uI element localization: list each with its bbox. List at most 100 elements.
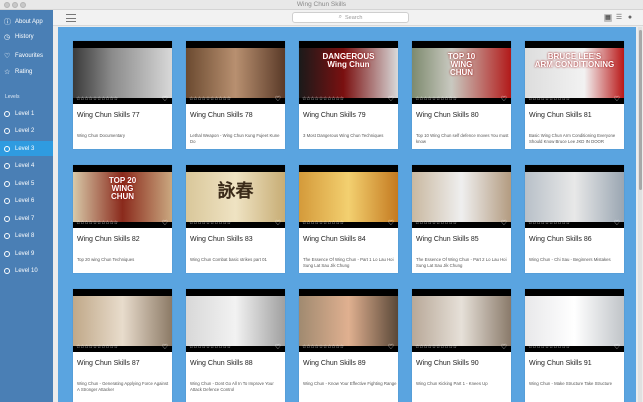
rating-stars: ☆☆☆☆☆☆☆☆☆☆: [415, 220, 457, 226]
thumbnail-image: [186, 296, 285, 346]
thumbnail-image: [525, 172, 624, 222]
video-card[interactable]: ☆☆☆☆☆☆☆☆☆☆ ♡ Wing Chun Skills 87 Wing Chun …: [73, 289, 172, 402]
video-description: Basic Wing Chun Arm Conditioning Everyon…: [529, 133, 616, 144]
favourite-heart-icon[interactable]: ♡: [614, 219, 620, 227]
video-card[interactable]: ☆☆☆☆☆☆☆☆☆☆ ♡ Wing Chun Skills 89 Wing Chun …: [299, 289, 398, 402]
sidebar-level-item[interactable]: Level 1: [0, 106, 53, 121]
video-thumbnail[interactable]: ☆☆☆☆☆☆☆☆☆☆ ♡: [186, 289, 285, 352]
video-card[interactable]: ☆☆☆☆☆☆☆☆☆☆ ♡ Wing Chun Skills 77 Wing Chun …: [73, 41, 172, 149]
video-card[interactable]: DANGEROUS Wing Chun ☆☆☆☆☆☆☆☆☆☆ ♡ Wing Chun …: [299, 41, 398, 149]
video-description: Wing Chun - Know Your Effective Fighting…: [303, 381, 397, 386]
video-thumbnail[interactable]: DANGEROUS Wing Chun ☆☆☆☆☆☆☆☆☆☆ ♡: [299, 41, 398, 104]
favourite-heart-icon[interactable]: ♡: [162, 219, 168, 227]
video-description: 3 Most Dangerous Wing Chun Techniques: [303, 133, 384, 138]
video-description: Wing Chun - Dont Go All In To Improve Yo…: [190, 381, 274, 392]
sidebar-item-about[interactable]: ⓘ About App: [0, 14, 53, 30]
sidebar-item-rating[interactable]: ☆ Rating: [0, 65, 53, 79]
video-card[interactable]: TOP 10 WING CHUN ☆☆☆☆☆☆☆☆☆☆ ♡ Wing Chun Ski…: [412, 41, 511, 149]
level-circle-icon: [4, 215, 10, 222]
sidebar: ⓘ About App ◷ History ♡ Favourites ☆ Rat…: [0, 10, 53, 402]
sidebar-level-item[interactable]: Level 3: [0, 141, 53, 156]
list-view-icon[interactable]: ☰: [615, 14, 623, 22]
sidebar-item-favourites[interactable]: ♡ Favourites: [0, 48, 53, 64]
video-card[interactable]: 詠春 ☆☆☆☆☆☆☆☆☆☆ ♡ Wing Chun Skills 83 Wing Chu…: [186, 165, 285, 273]
video-thumbnail[interactable]: ☆☆☆☆☆☆☆☆☆☆ ♡: [73, 289, 172, 352]
sidebar-level-item[interactable]: Level 8: [0, 229, 53, 244]
sidebar-level-item[interactable]: Level 10: [0, 264, 53, 279]
level-label: Level 3: [15, 145, 35, 152]
video-title: Wing Chun Skills 80: [416, 112, 479, 119]
video-thumbnail[interactable]: ☆☆☆☆☆☆☆☆☆☆ ♡: [73, 41, 172, 104]
video-card[interactable]: ☆☆☆☆☆☆☆☆☆☆ ♡ Wing Chun Skills 84 The Essenc…: [299, 165, 398, 273]
video-title: Wing Chun Skills 82: [77, 236, 140, 243]
favourite-heart-icon[interactable]: ♡: [388, 343, 394, 351]
video-thumbnail[interactable]: ☆☆☆☆☆☆☆☆☆☆ ♡: [525, 289, 624, 352]
rating-stars: ☆☆☆☆☆☆☆☆☆☆: [302, 96, 344, 102]
rating-stars: ☆☆☆☆☆☆☆☆☆☆: [302, 220, 344, 226]
video-card[interactable]: ☆☆☆☆☆☆☆☆☆☆ ♡ Wing Chun Skills 91 Wing Chun …: [525, 289, 624, 402]
video-card[interactable]: ☆☆☆☆☆☆☆☆☆☆ ♡ Wing Chun Skills 88 Wing Chun …: [186, 289, 285, 402]
video-card[interactable]: TOP 20 WING CHUN ☆☆☆☆☆☆☆☆☆☆ ♡ Wing Chun Ski…: [73, 165, 172, 273]
video-thumbnail[interactable]: TOP 20 WING CHUN ☆☆☆☆☆☆☆☆☆☆ ♡: [73, 165, 172, 228]
rating-stars: ☆☆☆☆☆☆☆☆☆☆: [415, 96, 457, 102]
menu-icon[interactable]: [66, 14, 76, 22]
favourite-heart-icon[interactable]: ♡: [162, 343, 168, 351]
search-input[interactable]: ⌕ Search: [292, 12, 409, 23]
favourite-heart-icon[interactable]: ♡: [275, 219, 281, 227]
thumbnail-image: [299, 172, 398, 222]
settings-icon[interactable]: ●: [626, 14, 634, 22]
rating-stars: ☆☆☆☆☆☆☆☆☆☆: [528, 96, 570, 102]
level-label: Level 1: [15, 110, 35, 117]
video-thumbnail[interactable]: ☆☆☆☆☆☆☆☆☆☆ ♡: [412, 165, 511, 228]
level-label: Level 2: [15, 128, 35, 134]
scrollbar-thumb[interactable]: [639, 30, 642, 190]
thumbnail-image: [525, 296, 624, 346]
sidebar-level-item[interactable]: Level 7: [0, 211, 53, 226]
video-title: Wing Chun Skills 87: [77, 360, 140, 367]
sidebar-item-label: History: [15, 33, 34, 40]
video-thumbnail[interactable]: TOP 10 WING CHUN ☆☆☆☆☆☆☆☆☆☆ ♡: [412, 41, 511, 104]
favourite-heart-icon[interactable]: ♡: [275, 343, 281, 351]
video-description: Wing Chun - Generating Applying Force Ag…: [77, 381, 169, 392]
sidebar-level-item[interactable]: Level 5: [0, 176, 53, 191]
video-thumbnail[interactable]: BRUCE LEE'S ARM CONDITIONING ☆☆☆☆☆☆☆☆☆☆ ♡: [525, 41, 624, 104]
sidebar-level-item[interactable]: Level 6: [0, 194, 53, 209]
video-description: Wing Chun Documentary: [77, 133, 126, 138]
favourite-heart-icon[interactable]: ♡: [614, 95, 620, 103]
sidebar-level-item[interactable]: Level 2: [0, 124, 53, 139]
video-thumbnail[interactable]: ☆☆☆☆☆☆☆☆☆☆ ♡: [186, 41, 285, 104]
favourite-heart-icon[interactable]: ♡: [501, 95, 507, 103]
favourite-heart-icon[interactable]: ♡: [388, 95, 394, 103]
video-thumbnail[interactable]: ☆☆☆☆☆☆☆☆☆☆ ♡: [299, 289, 398, 352]
video-thumbnail[interactable]: 詠春 ☆☆☆☆☆☆☆☆☆☆ ♡: [186, 165, 285, 228]
level-label: Level 6: [15, 198, 35, 204]
favourite-heart-icon[interactable]: ♡: [275, 95, 281, 103]
level-label: Level 9: [15, 250, 35, 257]
video-thumbnail[interactable]: ☆☆☆☆☆☆☆☆☆☆ ♡: [525, 165, 624, 228]
favourite-heart-icon[interactable]: ♡: [614, 343, 620, 351]
level-circle-icon: [4, 145, 10, 152]
video-description: Top 10 Wing Chun self defence moves You …: [416, 133, 509, 144]
levels-header: Levels: [5, 94, 20, 100]
level-label: Level 5: [15, 180, 35, 187]
favourite-heart-icon[interactable]: ♡: [501, 219, 507, 227]
favourite-heart-icon[interactable]: ♡: [162, 95, 168, 103]
video-card[interactable]: ☆☆☆☆☆☆☆☆☆☆ ♡ Wing Chun Skills 90 Wing Chun …: [412, 289, 511, 402]
video-description: Wing Chun Kicking Part 1 - Knees Up: [416, 381, 488, 386]
sidebar-level-item[interactable]: Level 4: [0, 159, 53, 174]
sidebar-item-history[interactable]: ◷ History: [0, 30, 53, 44]
video-card[interactable]: ☆☆☆☆☆☆☆☆☆☆ ♡ Wing Chun Skills 85 The Essenc…: [412, 165, 511, 273]
level-circle-icon: [4, 268, 10, 274]
grid-view-icon[interactable]: ▦: [604, 14, 612, 22]
video-thumbnail[interactable]: ☆☆☆☆☆☆☆☆☆☆ ♡: [299, 165, 398, 228]
favourite-heart-icon[interactable]: ♡: [388, 219, 394, 227]
thumbnail-image: [299, 296, 398, 346]
sidebar-level-item[interactable]: Level 9: [0, 246, 53, 261]
favourite-heart-icon[interactable]: ♡: [501, 343, 507, 351]
sidebar-item-label: Favourites: [15, 52, 44, 59]
sidebar-item-label: About App: [15, 18, 43, 25]
video-card[interactable]: BRUCE LEE'S ARM CONDITIONING ☆☆☆☆☆☆☆☆☆☆ ♡ W…: [525, 41, 624, 149]
video-card[interactable]: ☆☆☆☆☆☆☆☆☆☆ ♡ Wing Chun Skills 86 Wing Chun …: [525, 165, 624, 273]
video-card[interactable]: ☆☆☆☆☆☆☆☆☆☆ ♡ Wing Chun Skills 78 Lethal Wea…: [186, 41, 285, 149]
video-thumbnail[interactable]: ☆☆☆☆☆☆☆☆☆☆ ♡: [412, 289, 511, 352]
